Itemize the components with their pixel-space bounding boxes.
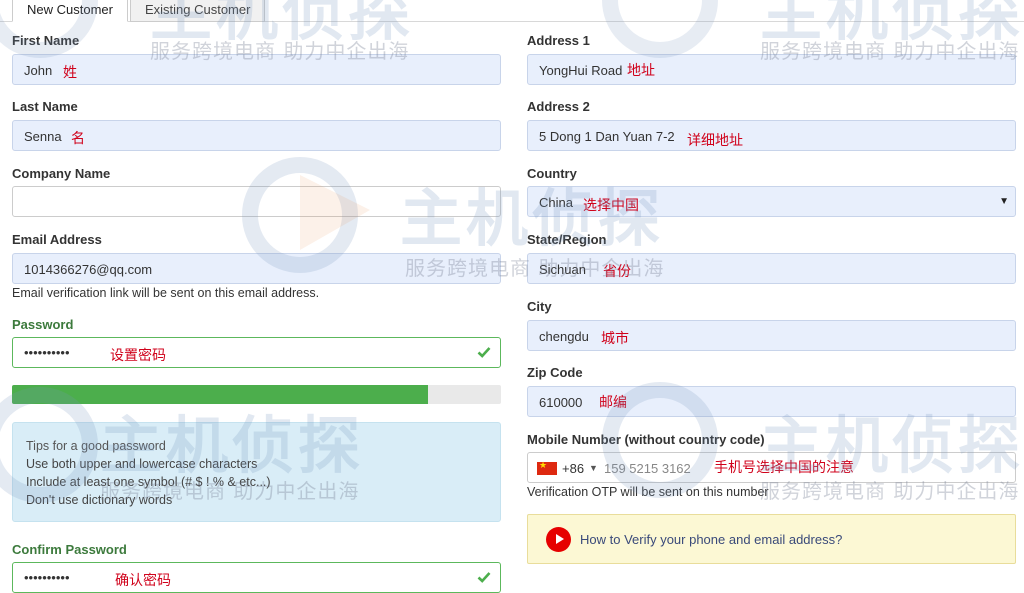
- country-label: Country: [527, 166, 577, 181]
- mobile-label: Mobile Number (without country code): [527, 432, 765, 447]
- mobile-annotation: 手机号选择中国的注意: [714, 460, 854, 476]
- tips-line: Use both upper and lowercase characters: [26, 457, 258, 471]
- valid-check-icon: [477, 572, 491, 583]
- verify-help-link[interactable]: How to Verify your phone and email addre…: [580, 532, 842, 547]
- city-field[interactable]: chengdu 城市: [527, 320, 1016, 351]
- last-name-value: Senna: [24, 129, 62, 144]
- dropdown-caret-icon: ▼: [999, 196, 1009, 207]
- last-name-field[interactable]: Senna 名: [12, 120, 501, 151]
- tips-title: Tips for a good password: [26, 439, 166, 453]
- first-name-value: John: [24, 63, 53, 78]
- play-video-icon[interactable]: [546, 527, 571, 552]
- company-name-field[interactable]: [12, 186, 501, 217]
- customer-tabs: New Customer Existing Customer: [12, 0, 267, 22]
- tab-new-customer[interactable]: New Customer: [12, 0, 128, 22]
- password-field[interactable]: •••••••••• 设置密码: [12, 337, 501, 368]
- china-flag-icon[interactable]: [537, 460, 557, 475]
- zip-label: Zip Code: [527, 365, 583, 380]
- mobile-field[interactable]: +86 ▼ 159 5215 3162 手机号选择中国的注意: [527, 452, 1016, 483]
- company-name-label: Company Name: [12, 166, 111, 181]
- country-select[interactable]: China 选择中国 ▼: [527, 186, 1016, 217]
- state-value: Sichuan: [539, 262, 586, 277]
- email-value: 1014366276@qq.com: [24, 262, 153, 277]
- confirm-password-label: Confirm Password: [12, 542, 127, 557]
- confirm-password-field[interactable]: •••••••••• 确认密码: [12, 562, 501, 593]
- password-tips-box: Tips for a good password Use both upper …: [12, 422, 501, 522]
- verify-help-box[interactable]: How to Verify your phone and email addre…: [527, 514, 1016, 564]
- mobile-help-text: Verification OTP will be sent on this nu…: [527, 485, 769, 499]
- watermark-brand: 主机侦探: [760, 0, 1024, 49]
- address2-label: Address 2: [527, 99, 590, 114]
- email-label: Email Address: [12, 232, 102, 247]
- zip-field[interactable]: 610000 邮编: [527, 386, 1016, 417]
- email-field[interactable]: 1014366276@qq.com: [12, 253, 501, 284]
- state-field[interactable]: Sichuan 省份: [527, 253, 1016, 284]
- address1-annotation: 地址: [627, 63, 655, 79]
- city-annotation: 城市: [601, 331, 629, 347]
- password-value: ••••••••••: [24, 345, 70, 360]
- address2-field[interactable]: 5 Dong 1 Dan Yuan 7-2 详细地址: [527, 120, 1016, 151]
- country-code[interactable]: +86: [562, 461, 584, 476]
- email-help-text: Email verification link will be sent on …: [12, 286, 320, 300]
- password-strength-fill: [12, 385, 428, 404]
- address2-value: 5 Dong 1 Dan Yuan 7-2: [539, 129, 675, 144]
- password-annotation: 设置密码: [110, 348, 166, 364]
- address1-label: Address 1: [527, 33, 590, 48]
- city-value: chengdu: [539, 329, 589, 344]
- valid-check-icon: [477, 347, 491, 358]
- last-name-annotation: 名: [71, 131, 85, 147]
- caret-down-icon[interactable]: ▼: [589, 463, 598, 473]
- tab-existing-customer[interactable]: Existing Customer: [129, 0, 266, 22]
- address1-field[interactable]: YongHui Road 地址: [527, 54, 1016, 85]
- state-label: State/Region: [527, 232, 607, 247]
- city-label: City: [527, 299, 552, 314]
- address1-value: YongHui Road: [539, 63, 623, 78]
- watermark-logo-icon: [602, 0, 718, 58]
- confirm-password-annotation: 确认密码: [115, 573, 171, 589]
- tips-line: Don't use dictionary words: [26, 493, 173, 507]
- first-name-label: First Name: [12, 33, 80, 48]
- zip-annotation: 邮编: [599, 395, 627, 411]
- password-label: Password: [12, 317, 74, 332]
- last-name-label: Last Name: [12, 99, 78, 114]
- mobile-value: 159 5215 3162: [604, 461, 691, 476]
- zip-value: 610000: [539, 395, 583, 410]
- address2-annotation: 详细地址: [687, 133, 743, 149]
- country-annotation: 选择中国: [583, 198, 639, 214]
- password-strength-bar: [12, 385, 501, 404]
- tips-line: Include at least one symbol (# $ ! % & e…: [26, 475, 271, 489]
- first-name-field[interactable]: John 姓: [12, 54, 501, 85]
- state-annotation: 省份: [603, 264, 631, 280]
- country-value: China: [539, 195, 573, 210]
- confirm-password-value: ••••••••••: [24, 570, 70, 585]
- first-name-annotation: 姓: [63, 65, 77, 81]
